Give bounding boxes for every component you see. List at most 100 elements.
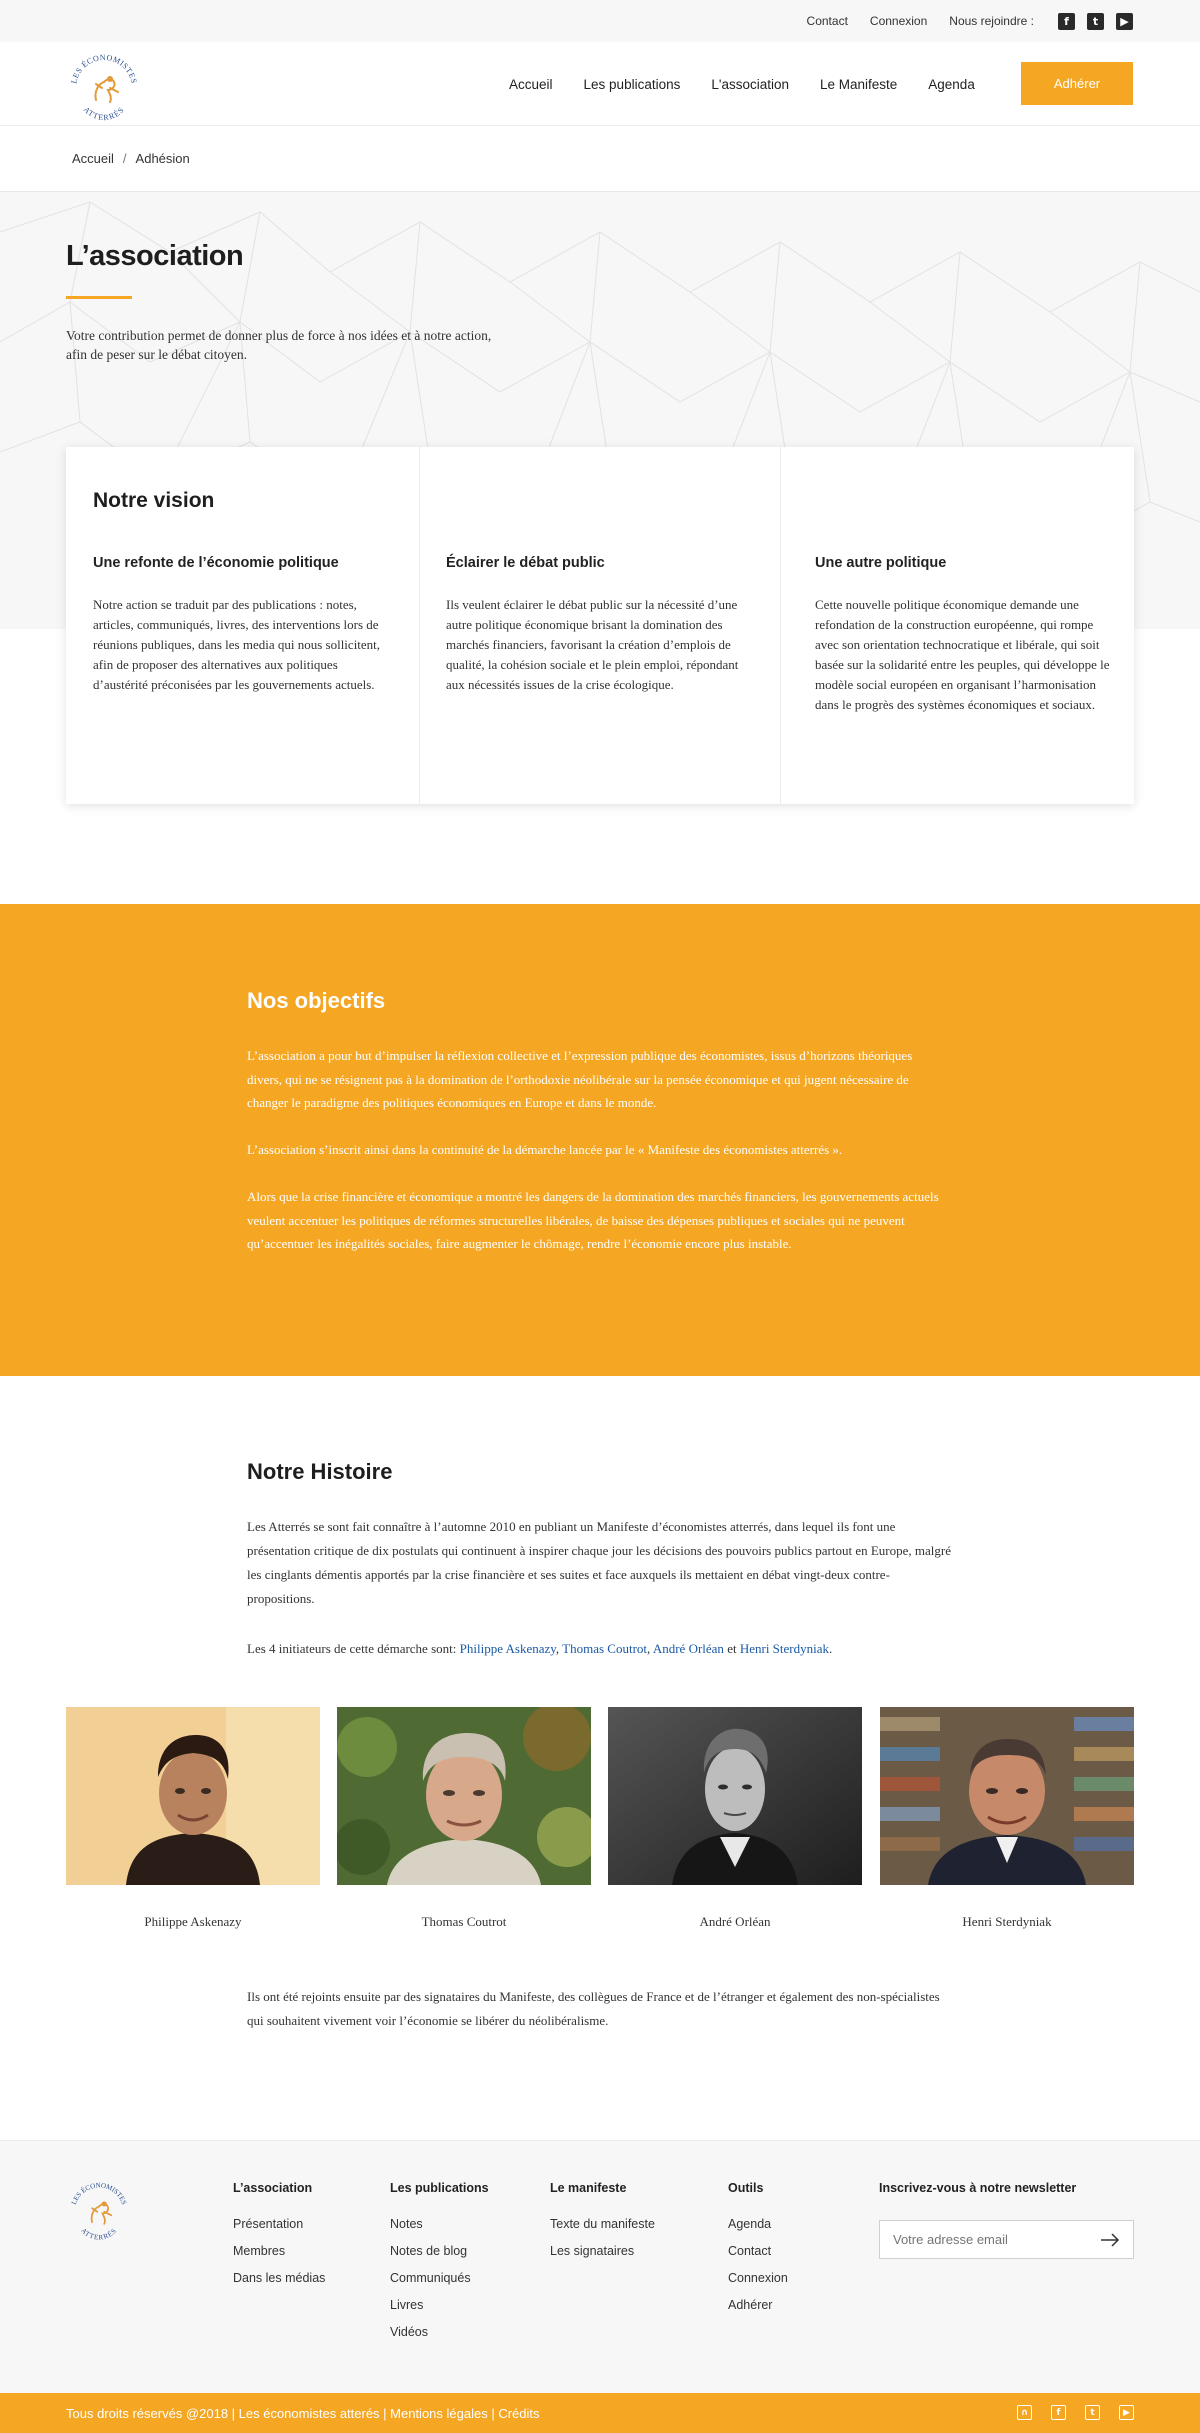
facebook-icon[interactable]: f: [1058, 12, 1075, 30]
youtube-icon[interactable]: ▶: [1119, 2405, 1134, 2420]
svg-text:ATTERRÉS: ATTERRÉS: [79, 2227, 118, 2242]
title-underline: [66, 296, 132, 299]
footer-link[interactable]: Communiqués: [390, 2270, 489, 2286]
breadcrumb-current: Adhésion: [135, 151, 190, 166]
footer-link[interactable]: Connexion: [728, 2270, 788, 2286]
footer-column-tools: Outils Agenda Contact Connexion Adhérer: [728, 2181, 788, 2324]
newsletter-block: Inscrivez-vous à notre newsletter: [879, 2181, 1076, 2216]
founder-card: Thomas Coutrot: [337, 1707, 591, 1930]
founder-card: André Orléan: [608, 1707, 862, 1930]
vision-heading: Une refonte de l’économie politique: [93, 555, 339, 571]
founders-prefix: Les 4 initiateurs de cette démarche sont…: [247, 1641, 460, 1656]
contact-link[interactable]: Contact: [807, 14, 848, 28]
footer-link[interactable]: Adhérer: [728, 2297, 788, 2313]
join-button[interactable]: Adhérer: [1021, 62, 1133, 105]
site-logo[interactable]: LES ÉCONOMISTES ATTERRÉS: [66, 48, 142, 124]
site-header: LES ÉCONOMISTES ATTERRÉS Accueil Les pub…: [0, 42, 1200, 126]
founder-card: Philippe Askenazy: [66, 1707, 320, 1930]
breadcrumb: Accueil / Adhésion: [0, 126, 1200, 192]
founder-name: Philippe Askenazy: [144, 1914, 242, 1929]
founder-name: Thomas Coutrot: [421, 1914, 507, 1929]
founder-card: Henri Sterdyniak: [880, 1707, 1134, 1930]
founders-sentence: Les 4 initiateurs de cette démarche sont…: [247, 1637, 957, 1661]
footer-logo[interactable]: LES ÉCONOMISTES ATTERRÉS: [66, 2177, 132, 2243]
vision-text: Cette nouvelle politique économique dema…: [815, 597, 1110, 712]
footer-link[interactable]: Agenda: [728, 2216, 788, 2232]
vision-heading: Éclairer le débat public: [446, 555, 605, 571]
vision-heading: Une autre politique: [815, 555, 947, 571]
history-paragraph: Ils ont été rejoints ensuite par des sig…: [247, 1989, 940, 2028]
vision-title: Notre vision: [93, 489, 215, 512]
nav-manifesto[interactable]: Le Manifeste: [820, 77, 897, 92]
founder-photo: [337, 1707, 591, 1885]
main-nav: Accueil Les publications L'association L…: [509, 42, 1064, 126]
vision-column: Une autre politique Cette nouvelle polit…: [781, 447, 1134, 804]
vision-card: Notre vision Une refonte de l’économie p…: [66, 447, 1134, 804]
hero-intro: Votre contribution permet de donner plus…: [66, 328, 492, 362]
breadcrumb-separator: /: [122, 151, 127, 166]
founder-photo: [66, 1707, 320, 1885]
founder-link[interactable]: Henri Sterdyniak: [740, 1641, 829, 1656]
vision-text: Ils veulent éclairer le débat public sur…: [446, 597, 739, 692]
arrow-right-icon[interactable]: [1099, 2231, 1121, 2249]
founder-photo: [608, 1707, 862, 1885]
footer-link[interactable]: Présentation: [233, 2216, 325, 2232]
top-utility-bar: Contact Connexion Nous rejoindre : f t ▶: [0, 0, 1200, 42]
site-footer: LES ÉCONOMISTES ATTERRÉS L’association P…: [0, 2140, 1200, 2393]
login-link[interactable]: Connexion: [870, 14, 927, 28]
footer-column-association: L’association Présentation Membres Dans …: [233, 2181, 325, 2297]
newsletter-field: [879, 2220, 1134, 2259]
founder-link[interactable]: André Orléan: [653, 1641, 724, 1656]
footer-column-title: Le manifeste: [550, 2181, 627, 2195]
vision-text: Notre action se traduit par des publicat…: [93, 597, 381, 692]
nav-association[interactable]: L'association: [711, 77, 789, 92]
join-us-label: Nous rejoindre :: [949, 14, 1034, 28]
svg-text:ATTERRÉS: ATTERRÉS: [82, 105, 127, 122]
svg-text:LES ÉCONOMISTES: LES ÉCONOMISTES: [70, 2181, 128, 2206]
objectives-paragraph: L’association s’inscrit ainsi dans la co…: [247, 1142, 843, 1157]
footer-link[interactable]: Contact: [728, 2243, 788, 2259]
objectives-section: Nos objectifs L’association a pour but d…: [0, 904, 1200, 1376]
founders-gallery: Philippe Askenazy Thomas Coutrot André O…: [66, 1707, 1134, 1937]
separator: et: [723, 1641, 740, 1656]
vision-column: Notre vision Une refonte de l’économie p…: [66, 447, 420, 804]
footer-column-title: L’association: [233, 2181, 313, 2195]
svg-text:LES ÉCONOMISTES: LES ÉCONOMISTES: [69, 53, 138, 85]
facebook-icon[interactable]: f: [1051, 2405, 1066, 2420]
sentence-end: .: [829, 1641, 833, 1656]
footer-link[interactable]: Les signataires: [550, 2243, 655, 2259]
youtube-icon[interactable]: ▶: [1116, 12, 1133, 30]
twitter-icon[interactable]: t: [1087, 12, 1104, 30]
newsletter-email-input[interactable]: [893, 2232, 1093, 2247]
footer-link[interactable]: Vidéos: [390, 2324, 489, 2340]
rss-icon[interactable]: ∩: [1017, 2405, 1032, 2420]
objectives-title: Nos objectifs: [247, 988, 386, 1013]
founder-link[interactable]: Thomas Coutrot: [562, 1641, 647, 1656]
footer-link[interactable]: Membres: [233, 2243, 325, 2259]
footer-link[interactable]: Livres: [390, 2297, 489, 2313]
footer-link[interactable]: Texte du manifeste: [550, 2216, 655, 2232]
footer-column-manifesto: Le manifeste Texte du manifeste Les sign…: [550, 2181, 655, 2270]
history-title: Notre Histoire: [247, 1459, 393, 1484]
newsletter-title: Inscrivez-vous à notre newsletter: [879, 2181, 1077, 2195]
footer-link[interactable]: Notes de blog: [390, 2243, 489, 2259]
copyright-bar: Tous droits réservés @2018 | Les économi…: [0, 2393, 1200, 2433]
objectives-paragraph: L’association a pour but d’impulser la r…: [247, 1048, 913, 1110]
nav-agenda[interactable]: Agenda: [928, 77, 975, 92]
footer-link[interactable]: Dans les médias: [233, 2270, 325, 2286]
founder-name: André Orléan: [699, 1914, 771, 1929]
twitter-icon[interactable]: t: [1085, 2405, 1100, 2420]
breadcrumb-home[interactable]: Accueil: [72, 151, 114, 166]
nav-publications[interactable]: Les publications: [584, 77, 681, 92]
history-paragraph: Les Atterrés se sont fait connaître à l’…: [247, 1519, 951, 1606]
nav-home[interactable]: Accueil: [509, 77, 553, 92]
footer-column-title: Outils: [728, 2181, 764, 2195]
copyright-text: Tous droits réservés @2018 | Les économi…: [66, 2405, 540, 2421]
founder-link[interactable]: Philippe Askenazy: [460, 1641, 556, 1656]
page-title: L’association: [66, 240, 244, 272]
founder-name: Henri Sterdyniak: [962, 1914, 1052, 1929]
vision-column: Éclairer le débat public Ils veulent écl…: [420, 447, 781, 804]
footer-column-publications: Les publications Notes Notes de blog Com…: [390, 2181, 489, 2351]
objectives-paragraph: Alors que la crise financière et économi…: [247, 1189, 939, 1251]
footer-link[interactable]: Notes: [390, 2216, 489, 2232]
